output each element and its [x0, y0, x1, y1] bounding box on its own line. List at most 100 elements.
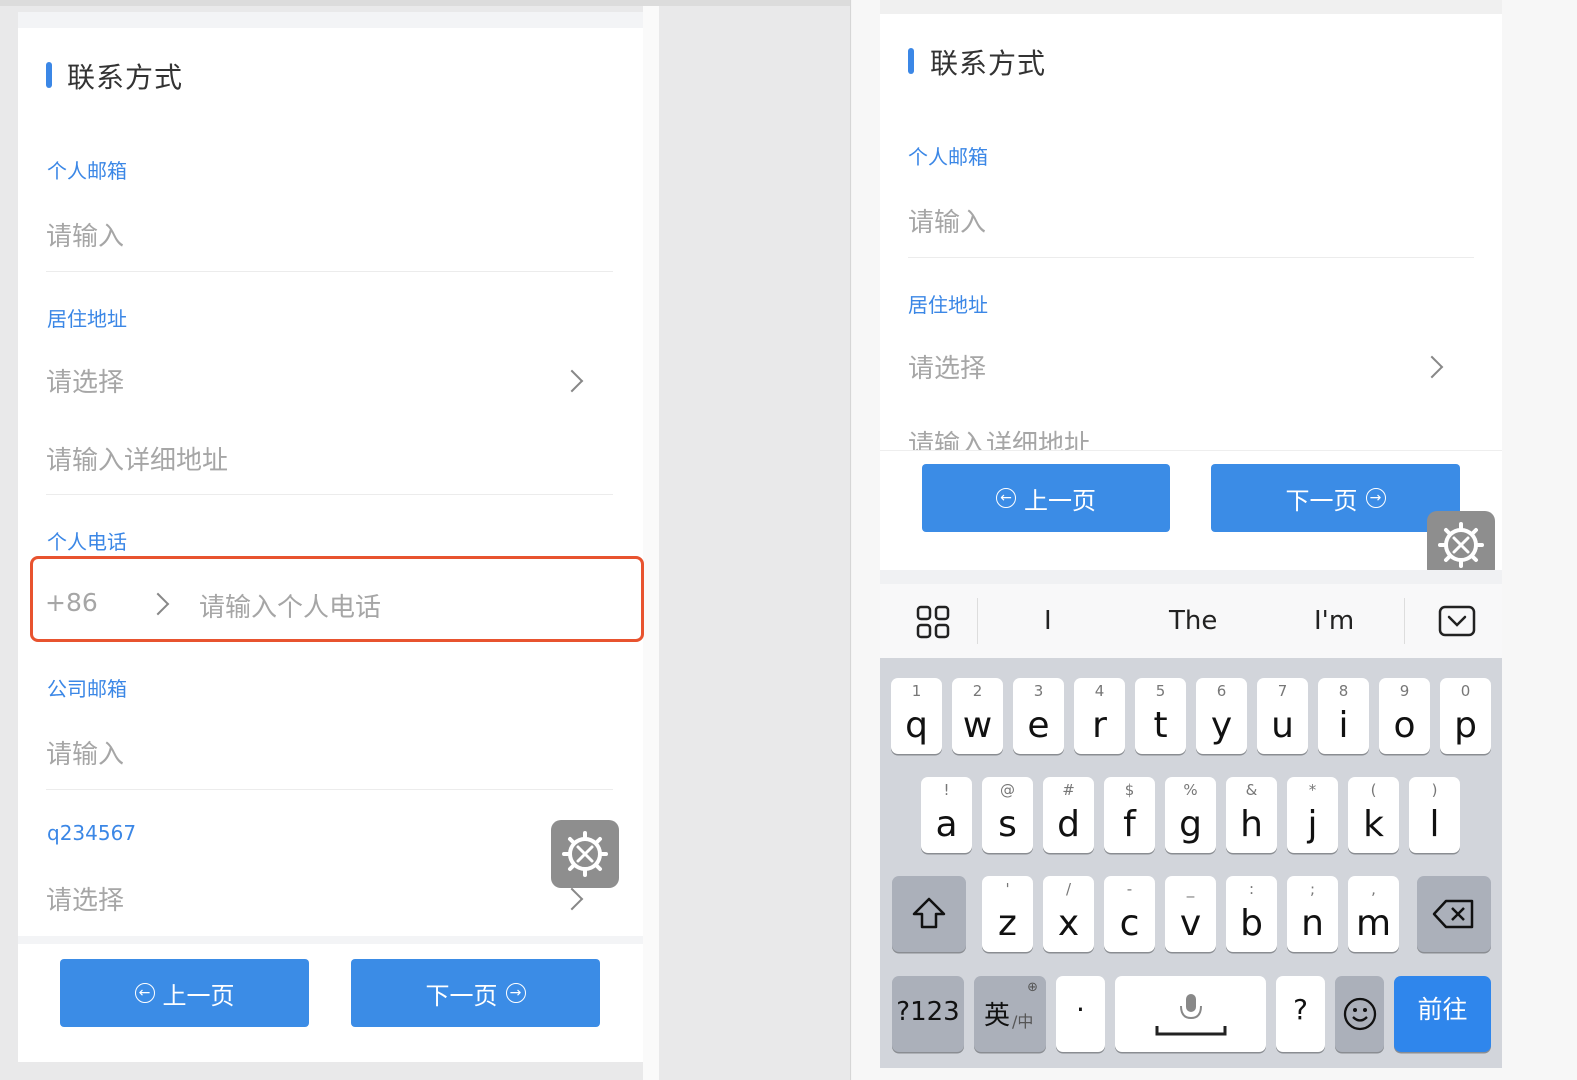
keyboard-grid-icon[interactable] — [916, 605, 950, 643]
key-secondary-label: & — [1245, 781, 1258, 799]
address-select[interactable]: 请选择 — [908, 348, 986, 385]
key-secondary-label: 7 — [1277, 682, 1288, 700]
key-t[interactable]: 5t — [1135, 678, 1186, 754]
key-q[interactable]: 1q — [891, 678, 942, 754]
key-secondary-label: 4 — [1094, 682, 1105, 700]
keyboard-hide-icon[interactable] — [1438, 605, 1476, 641]
email-input[interactable]: 请输入 — [46, 216, 124, 253]
numbers-key-label: ?123 — [896, 997, 960, 1027]
key-w[interactable]: 2w — [952, 678, 1003, 754]
key-secondary-label: _ — [1186, 880, 1195, 898]
backspace-key[interactable] — [1417, 876, 1491, 952]
key-i[interactable]: 8i — [1318, 678, 1369, 754]
key-secondary-label: ) — [1431, 781, 1438, 799]
right-topbar — [880, 0, 1502, 14]
address-label: 居住地址 — [47, 307, 127, 331]
settings-tool-button[interactable] — [551, 820, 619, 888]
key-label: j — [1307, 804, 1318, 845]
key-e[interactable]: 3e — [1013, 678, 1064, 754]
next-page-button[interactable]: 下一页 → — [1211, 464, 1460, 532]
key-l[interactable]: ) l — [1409, 777, 1460, 853]
key-p[interactable]: 0p — [1440, 678, 1491, 754]
phone-input[interactable]: 请输入个人电话 — [199, 587, 381, 624]
suggestion-item[interactable]: I'm — [1314, 606, 1354, 636]
email-label: 个人邮箱 — [47, 159, 127, 183]
key-label: p — [1454, 705, 1477, 746]
prev-page-button[interactable]: ← 上一页 — [922, 464, 1170, 532]
keyboard: 1q2w3e4r5t6y7u8i9o0p ! a @ s # d $ f% g & h * j(k) l … — [880, 658, 1502, 1068]
custom-select[interactable]: 请选择 — [46, 880, 124, 917]
key-secondary-label: ' — [1005, 880, 1010, 898]
key-v[interactable]: _ v — [1165, 876, 1216, 952]
settings-tool-button[interactable] — [1427, 511, 1495, 579]
key-u[interactable]: 7u — [1257, 678, 1308, 754]
key-h[interactable]: & h — [1226, 777, 1277, 853]
key-b[interactable]: :b — [1226, 876, 1277, 952]
dot-key[interactable]: · — [1056, 976, 1105, 1052]
prev-page-label: 上一页 — [162, 981, 235, 1010]
key-secondary-label: 3 — [1033, 682, 1044, 700]
key-x[interactable]: / x — [1043, 876, 1094, 952]
numbers-key[interactable]: ?123 — [892, 976, 964, 1052]
address-detail-clip: 请输入详细地址 — [908, 424, 1468, 450]
key-z[interactable]: ' z — [982, 876, 1033, 952]
key-secondary-label: 2 — [972, 682, 983, 700]
key-f[interactable]: $ f — [1104, 777, 1155, 853]
key-label: m — [1355, 903, 1392, 944]
divider — [880, 450, 1502, 451]
key-label: h — [1240, 804, 1263, 845]
key-r[interactable]: 4r — [1074, 678, 1125, 754]
key-g[interactable]: % g — [1165, 777, 1216, 853]
arrow-right-circle-icon: → — [505, 983, 526, 1003]
emoji-key[interactable] — [1335, 976, 1384, 1052]
address-detail-input[interactable]: 请输入详细地址 — [46, 440, 228, 477]
key-secondary-label: ( — [1370, 781, 1377, 799]
key-secondary-label: # — [1062, 781, 1075, 799]
email-label: 个人邮箱 — [908, 145, 988, 169]
key-label: g — [1179, 804, 1202, 845]
language-key[interactable]: ⊕ 英 /中 — [974, 976, 1046, 1052]
key-n[interactable]: ; n — [1287, 876, 1338, 952]
divider — [46, 494, 613, 495]
key-label: v — [1179, 903, 1202, 944]
emoji-icon — [1343, 997, 1377, 1031]
key-secondary-label: 9 — [1399, 682, 1410, 700]
suggestion-item[interactable]: I — [1044, 606, 1052, 636]
key-label: e — [1027, 705, 1050, 746]
country-code-select[interactable]: +86 — [45, 588, 98, 617]
key-s[interactable]: @ s — [982, 777, 1033, 853]
key-d[interactable]: # d — [1043, 777, 1094, 853]
space-key[interactable] — [1115, 976, 1266, 1052]
key-label: t — [1153, 705, 1168, 746]
company-email-input[interactable]: 请输入 — [46, 734, 124, 771]
address-detail-input[interactable]: 请输入详细地址 — [908, 424, 1468, 450]
prev-page-button[interactable]: ← 上一页 — [60, 959, 309, 1027]
key-secondary-label: * — [1308, 781, 1317, 799]
shift-key[interactable] — [892, 876, 966, 952]
key-a[interactable]: ! a — [921, 777, 972, 853]
key-m[interactable]: ,m — [1348, 876, 1399, 952]
arrow-right-circle-icon: → — [1365, 488, 1386, 508]
key-secondary-label: 8 — [1338, 682, 1349, 700]
key-o[interactable]: 9o — [1379, 678, 1430, 754]
address-select[interactable]: 请选择 — [46, 362, 124, 399]
arrow-left-circle-icon: ← — [134, 983, 155, 1003]
key-label: w — [962, 705, 993, 746]
globe-icon: ⊕ — [1027, 980, 1038, 995]
key-y[interactable]: 6y — [1196, 678, 1247, 754]
key-label: c — [1119, 903, 1140, 944]
section-accent-bar — [908, 48, 914, 74]
next-page-button[interactable]: 下一页 → — [351, 959, 600, 1027]
question-key[interactable]: ? — [1276, 976, 1325, 1052]
key-label: a — [935, 804, 958, 845]
question-key-label: ? — [1293, 993, 1308, 1026]
left-scroll-area — [643, 6, 659, 1080]
key-secondary-label: : — [1248, 880, 1255, 898]
key-k[interactable]: (k — [1348, 777, 1399, 853]
suggestion-item[interactable]: The — [1169, 606, 1217, 636]
go-key[interactable]: 前往 — [1394, 976, 1491, 1052]
key-c[interactable]: -c — [1104, 876, 1155, 952]
key-j[interactable]: * j — [1287, 777, 1338, 853]
key-label: q — [905, 705, 928, 746]
email-input[interactable]: 请输入 — [908, 202, 986, 239]
